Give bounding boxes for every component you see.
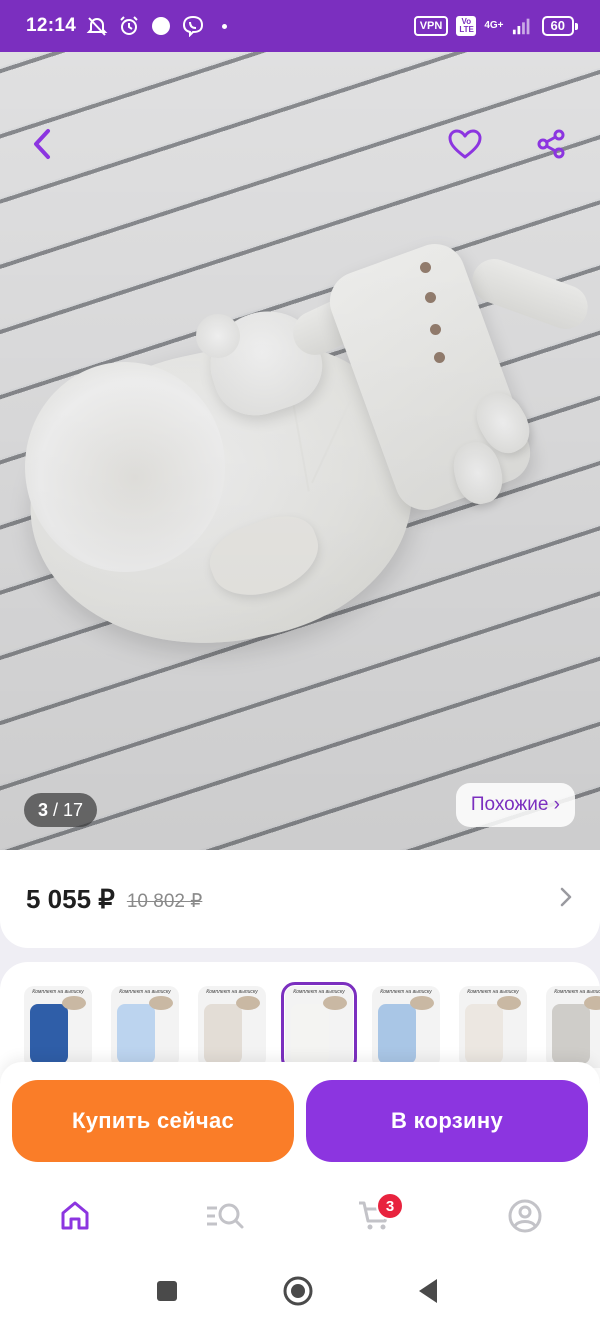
thumbnail-decor <box>410 996 434 1010</box>
home-system-button[interactable] <box>281 1276 315 1310</box>
signal-icon <box>512 15 534 37</box>
thumbnail[interactable]: Комплект на выписку <box>198 986 266 1068</box>
triangle-back-icon <box>415 1277 441 1310</box>
volte-indicator: Vo LTE <box>456 16 477 36</box>
share-button[interactable] <box>527 122 575 170</box>
thumbnail[interactable]: Комплект на выписку <box>546 986 600 1068</box>
status-bar: 12:14 VPN Vo LTE 4G+ 60 <box>0 0 600 52</box>
price-card[interactable]: 5 055 ₽ 10 802 ₽ <box>0 850 600 948</box>
thumbnail[interactable]: Комплект на выписку <box>24 986 92 1068</box>
photo-counter: 3 / 17 <box>24 793 98 827</box>
photo-counter-current: 3 <box>38 799 49 820</box>
status-time: 12:14 <box>26 15 77 36</box>
vpn-indicator: VPN <box>413 16 449 36</box>
thumbnail-caption: Комплект на выписку <box>380 989 432 995</box>
thumbnail-caption: Комплект на выписку <box>32 989 84 995</box>
product-photo[interactable]: 3 / 17 Похожие › <box>0 52 600 850</box>
back-icon <box>29 127 55 166</box>
bottom-navigation: 3 <box>0 1182 600 1252</box>
square-icon <box>155 1279 179 1308</box>
home-icon <box>58 1199 92 1238</box>
thumbnail-caption: Комплект на выписку <box>293 989 345 995</box>
thumbnail-figure <box>291 1004 329 1064</box>
thumbnail-figure <box>30 1004 68 1064</box>
action-bar: Купить сейчас В корзину <box>0 1062 600 1182</box>
thumbnail-caption: Комплект на выписку <box>554 989 600 995</box>
thumbnail-figure <box>117 1004 155 1064</box>
viber-icon <box>182 15 204 37</box>
thumbnail-caption: Комплект на выписку <box>206 989 258 995</box>
system-navigation <box>0 1252 600 1332</box>
add-to-cart-button[interactable]: В корзину <box>306 1080 588 1162</box>
more-notifications-dot <box>222 23 228 29</box>
nav-catalog[interactable] <box>205 1198 245 1238</box>
thumbnail[interactable]: Комплект на выписку <box>281 982 357 1072</box>
nav-home[interactable] <box>55 1198 95 1238</box>
recents-button[interactable] <box>150 1276 184 1310</box>
catalog-search-icon <box>205 1199 245 1238</box>
profile-icon <box>507 1198 543 1239</box>
cart-badge: 3 <box>376 1192 404 1220</box>
favorite-button[interactable] <box>441 122 489 170</box>
chevron-right-icon[interactable] <box>558 886 574 913</box>
current-price: 5 055 ₽ <box>26 883 115 914</box>
thumbnail-decor <box>149 996 173 1010</box>
buy-now-button[interactable]: Купить сейчас <box>12 1080 294 1162</box>
thumbnail[interactable]: Комплект на выписку <box>459 986 527 1068</box>
thumbnail-decor <box>497 996 521 1010</box>
thumbnail-caption: Комплект на выписку <box>467 989 519 995</box>
thumbnail-decor <box>62 996 86 1010</box>
photo-shade <box>0 52 600 850</box>
back-system-button[interactable] <box>411 1276 445 1310</box>
photo-counter-separator: / <box>53 799 59 820</box>
thumbnail-figure <box>204 1004 242 1064</box>
thumbnail-figure <box>552 1004 590 1064</box>
thumbnail[interactable]: Комплект на выписку <box>111 986 179 1068</box>
thumbnail-caption: Комплект на выписку <box>119 989 171 995</box>
old-price: 10 802 ₽ <box>126 890 203 912</box>
network-type: 4G+ <box>484 20 504 31</box>
photo-counter-total: 17 <box>63 799 84 820</box>
thumbnail[interactable]: Комплект на выписку <box>372 986 440 1068</box>
back-button[interactable] <box>18 122 66 170</box>
heart-icon <box>447 128 483 165</box>
thumbnail-decor <box>236 996 260 1010</box>
muted-notifications-icon <box>86 15 108 37</box>
thumbnail-decor <box>323 996 347 1010</box>
alarm-icon <box>118 15 140 37</box>
share-icon <box>535 128 567 165</box>
nav-profile[interactable] <box>505 1198 545 1238</box>
similar-button[interactable]: Похожие › <box>455 783 575 827</box>
thumbnail-figure <box>378 1004 416 1064</box>
thumbnail-figure <box>465 1004 503 1064</box>
battery-level: 60 <box>541 16 579 36</box>
app-notification-icon <box>150 15 172 37</box>
circle-icon <box>282 1275 314 1312</box>
